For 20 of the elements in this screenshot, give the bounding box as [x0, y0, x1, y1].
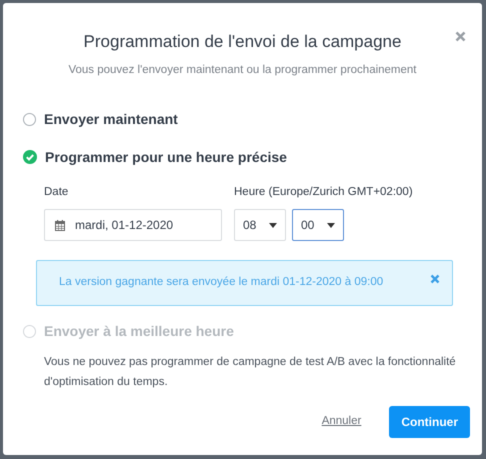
hour-select[interactable]: 08: [234, 209, 286, 241]
close-icon[interactable]: [455, 31, 466, 42]
caret-icon: [269, 222, 277, 228]
field-label: Date: [44, 184, 70, 200]
checked-radio-icon[interactable]: [23, 150, 37, 164]
dialog-title: Programmation de l'envoi de la campagne: [84, 31, 402, 53]
field-label: Heure (Europe/Zurich GMT+02:00): [234, 184, 413, 200]
info-note: Vous ne pouvez pas programmer de campagne de test A/B avec la fonctionnalité d'optimisation du temps.: [44, 355, 457, 390]
option-label: Programmer pour une heure précise: [45, 148, 287, 167]
close-icon[interactable]: [430, 274, 440, 284]
minute-select[interactable]: 00: [292, 209, 344, 241]
option-label: Envoyer à la meilleure heure: [44, 322, 234, 341]
caret-icon: [327, 222, 335, 228]
calendar-icon: [55, 220, 65, 230]
radio-button[interactable]: [23, 112, 36, 126]
option-label: Envoyer maintenant: [44, 110, 178, 129]
alert-text: La version gagnante sera envoyée le mardi 01-12-2020 à 09:00: [59, 275, 384, 290]
date-field[interactable]: mardi, 01-12-2020: [44, 209, 222, 241]
dialog-subtitle: Vous pouvez l'envoyer maintenant ou la programmer prochainement: [67, 62, 418, 78]
cancel-link[interactable]: Annuler: [322, 413, 362, 431]
